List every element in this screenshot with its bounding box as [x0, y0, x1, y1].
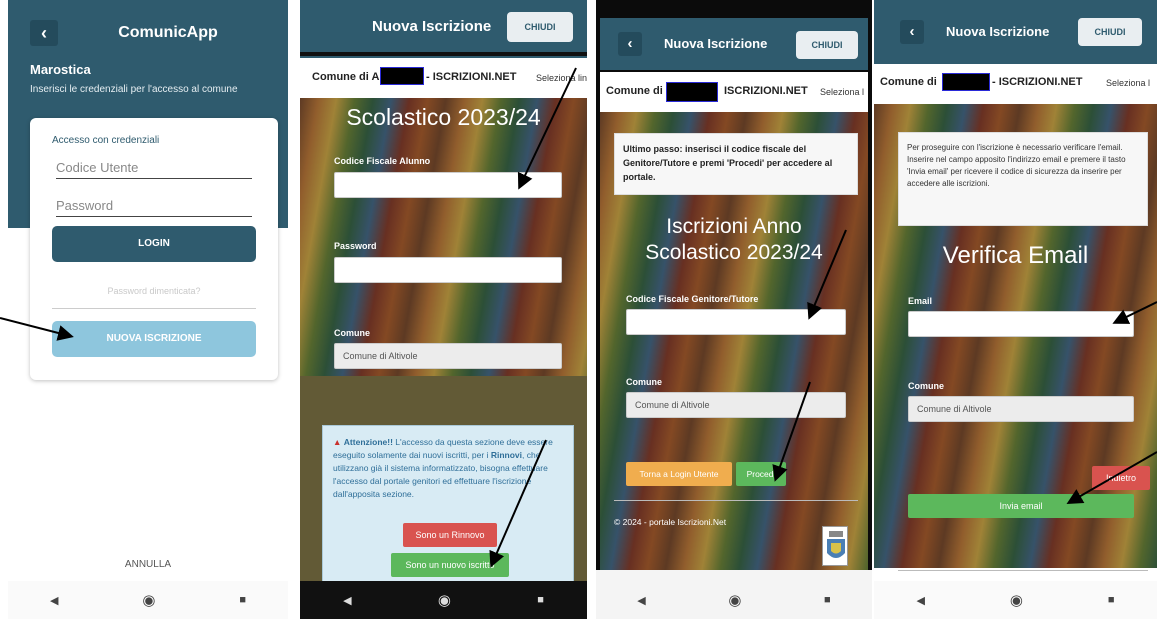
- android-nav-bar: ◀ ◉ ■: [596, 570, 872, 619]
- student-tax-code-label: Codice Fiscale Alunno: [334, 156, 431, 166]
- language-select[interactable]: Seleziona l: [820, 87, 864, 97]
- send-email-button[interactable]: Invia email: [908, 494, 1134, 518]
- verify-email-heading: Verifica Email: [942, 242, 1089, 269]
- title-bar: ‹ Nuova Iscrizione CHIUDI: [874, 0, 1157, 64]
- home-circle-icon[interactable]: ◉: [438, 591, 451, 609]
- renewal-button[interactable]: Sono un Rinnovo: [403, 523, 497, 547]
- page-title: Nuova Iscrizione: [664, 36, 768, 51]
- login-card: Accesso con credenziali Codice Utente Pa…: [30, 118, 278, 380]
- municipality-crest-icon: [822, 526, 848, 566]
- title-bar: Nuova Iscrizione CHIUDI: [300, 0, 587, 52]
- cancel-button[interactable]: ANNULLA: [8, 559, 288, 570]
- close-button[interactable]: CHIUDI: [1078, 18, 1142, 46]
- parent-tax-code-label: Codice Fiscale Genitore/Tutore: [626, 294, 759, 304]
- chevron-left-icon: ‹: [41, 23, 47, 43]
- back-triangle-icon[interactable]: ◀: [50, 594, 58, 607]
- close-button[interactable]: CHIUDI: [796, 31, 858, 59]
- comune-select[interactable]: Comune di Altivole: [626, 392, 846, 418]
- comune-select[interactable]: Comune di Altivole: [908, 396, 1134, 422]
- warning-bold: Rinnovi: [490, 450, 522, 460]
- android-nav-bar: ◀ ◉ ■: [300, 581, 587, 619]
- heading-line-1: Iscrizioni Anno: [666, 215, 802, 238]
- back-to-login-button[interactable]: Torna a Login Utente: [626, 462, 732, 486]
- enrolment-heading: Iscrizioni Anno Scolastico 2023/24: [600, 214, 868, 266]
- recents-square-icon[interactable]: ■: [537, 594, 544, 606]
- warning-text: ▲ Attenzione!! L'accesso da questa sezio…: [333, 436, 563, 501]
- city-name: Marostica: [30, 62, 91, 77]
- home-circle-icon[interactable]: ◉: [142, 591, 155, 609]
- portal-name: - ISCRIZIONI.NET: [992, 76, 1083, 88]
- redaction-box: [380, 67, 424, 85]
- home-circle-icon[interactable]: ◉: [1010, 591, 1023, 609]
- portal-bar: Comune di ISCRIZIONI.NET Seleziona l: [600, 72, 868, 112]
- comune-name: Comune di: [880, 76, 937, 88]
- portal-name: - ISCRIZIONI.NET: [426, 71, 517, 83]
- close-button[interactable]: CHIUDI: [507, 12, 573, 42]
- back-red-button[interactable]: Indietro: [1092, 466, 1150, 490]
- parent-tax-code-input[interactable]: [626, 309, 846, 335]
- instruction-note: Per proseguire con l'iscrizione è necess…: [898, 132, 1148, 226]
- language-select[interactable]: Seleziona l: [1106, 78, 1150, 88]
- recents-square-icon[interactable]: ■: [239, 594, 246, 606]
- heading-line-2: Scolastico 2023/24: [645, 241, 823, 264]
- back-triangle-icon[interactable]: ◀: [637, 594, 645, 607]
- back-button[interactable]: ‹: [30, 20, 58, 46]
- page-title: Nuova Iscrizione: [372, 18, 492, 35]
- comune-name: Comune di: [606, 85, 663, 97]
- portal-bar: Comune di A - ISCRIZIONI.NET Seleziona l…: [300, 56, 587, 98]
- proceed-button[interactable]: Procedi: [736, 462, 786, 486]
- back-triangle-icon[interactable]: ◀: [916, 594, 924, 607]
- password-input[interactable]: [334, 257, 562, 283]
- language-select[interactable]: Seleziona lin: [536, 73, 587, 83]
- recents-square-icon[interactable]: ■: [824, 594, 831, 606]
- chevron-left-icon: ‹: [627, 35, 633, 52]
- screen-parent-tax-code: ‹ Nuova Iscrizione CHIUDI Comune di ISCR…: [596, 0, 872, 619]
- comune-label: Comune: [908, 381, 944, 391]
- warning-title: Attenzione!!: [343, 437, 393, 447]
- school-year-heading: Scolastico 2023/24: [346, 104, 541, 130]
- footer-copyright: © 2024 - portale Iscrizioni.Net: [614, 517, 727, 527]
- page-title: Nuova Iscrizione: [946, 24, 1050, 39]
- chevron-left-icon: ‹: [909, 23, 915, 40]
- android-nav-bar: ◀ ◉ ■: [8, 581, 288, 619]
- app-title: ComunicApp: [118, 24, 218, 41]
- android-nav-bar: ◀ ◉ ■: [874, 581, 1157, 619]
- back-button[interactable]: ‹: [900, 20, 924, 44]
- email-input[interactable]: [908, 311, 1134, 337]
- new-registration-button[interactable]: NUOVA ISCRIZIONE: [52, 321, 256, 357]
- comune-label: Comune: [626, 377, 662, 387]
- comune-label: Comune: [334, 328, 370, 338]
- new-student-button[interactable]: Sono un nuovo iscritto: [391, 553, 509, 577]
- back-button[interactable]: ‹: [618, 32, 642, 56]
- warning-box: ▲ Attenzione!! L'accesso da questa sezio…: [322, 425, 574, 585]
- screen-email-verification: ‹ Nuova Iscrizione CHIUDI Comune di - IS…: [874, 0, 1157, 619]
- comune-select[interactable]: Comune di Altivole: [334, 343, 562, 369]
- title-bar: ‹ Nuova Iscrizione CHIUDI: [600, 18, 868, 70]
- login-button[interactable]: LOGIN: [52, 226, 256, 262]
- screen-comunicapp-login: ‹ ComunicApp Marostica Inserisci le cred…: [8, 0, 288, 619]
- recents-square-icon[interactable]: ■: [1108, 594, 1115, 606]
- email-label: Email: [908, 296, 933, 306]
- warning-icon: ▲: [333, 437, 342, 447]
- footer-divider: [898, 570, 1148, 571]
- screen-new-registration-student: Nuova Iscrizione CHIUDI Comune di A - IS…: [300, 0, 587, 619]
- student-tax-code-input[interactable]: [334, 172, 562, 198]
- user-code-input[interactable]: Codice Utente: [56, 160, 252, 179]
- redaction-box: [942, 73, 990, 91]
- divider: [52, 308, 256, 309]
- comune-name: Comune di A: [312, 71, 380, 83]
- back-triangle-icon[interactable]: ◀: [343, 594, 351, 607]
- portal-name: ISCRIZIONI.NET: [724, 85, 808, 97]
- login-subtitle: Inserisci le credenziali per l'accesso a…: [30, 84, 238, 95]
- forgot-password-link[interactable]: Password dimenticata?: [52, 286, 256, 296]
- nav-buttons: ◀ ◉ ■: [596, 581, 872, 619]
- password-input[interactable]: Password: [56, 198, 252, 217]
- instruction-note: Ultimo passo: inserisci il codice fiscal…: [614, 133, 858, 195]
- footer-divider: [614, 500, 858, 501]
- home-circle-icon[interactable]: ◉: [728, 591, 741, 609]
- card-label: Accesso con credenziali: [52, 135, 160, 146]
- password-label: Password: [334, 241, 377, 251]
- redaction-box: [666, 82, 718, 102]
- portal-bar: Comune di - ISCRIZIONI.NET Seleziona l: [874, 66, 1157, 104]
